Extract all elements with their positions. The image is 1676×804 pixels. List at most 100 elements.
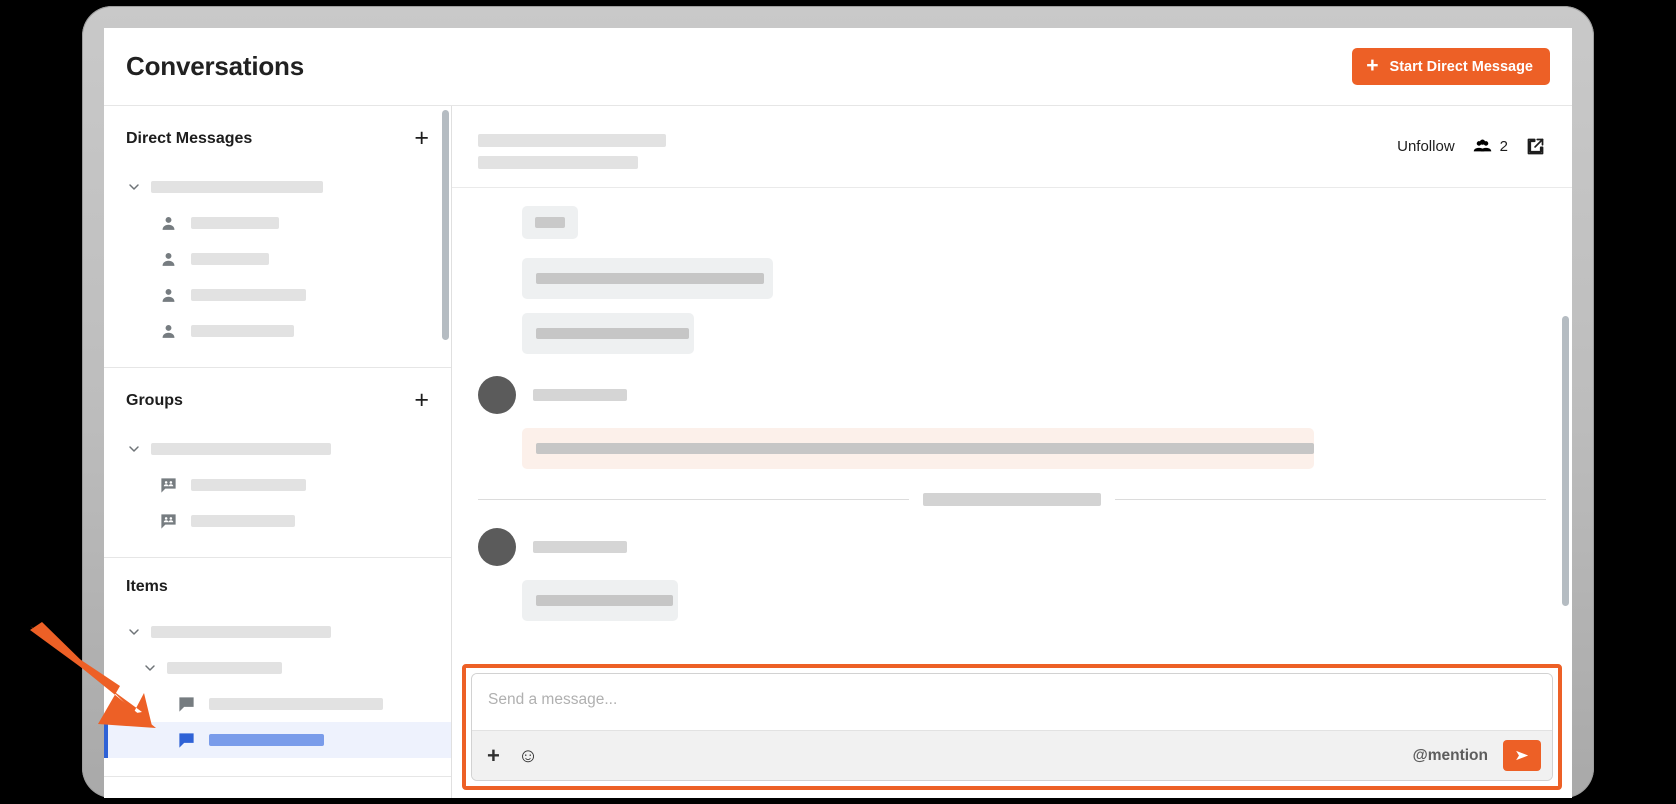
group-chat-icon bbox=[161, 477, 176, 493]
attach-plus-icon[interactable]: + bbox=[487, 744, 500, 767]
chevron-down-icon bbox=[129, 629, 139, 635]
section-title: Groups bbox=[126, 391, 183, 409]
section-title: Direct Messages bbox=[126, 129, 253, 147]
placeholder-bar bbox=[167, 662, 282, 674]
placeholder-bar bbox=[191, 479, 306, 491]
list-item[interactable] bbox=[104, 241, 451, 277]
start-direct-message-label: Start Direct Message bbox=[1389, 58, 1533, 75]
section-title: Items bbox=[126, 578, 168, 595]
message-list bbox=[452, 188, 1572, 664]
person-icon bbox=[162, 252, 175, 266]
add-direct-message-icon[interactable]: + bbox=[414, 126, 429, 151]
message-input[interactable]: Send a message... bbox=[472, 674, 1552, 730]
composer-highlight-box: Send a message... + ☺ @mention bbox=[462, 664, 1562, 790]
person-icon bbox=[162, 288, 175, 302]
section-header-direct-messages: Direct Messages + bbox=[104, 126, 451, 151]
person-icon bbox=[162, 216, 175, 230]
app-header: Conversations + Start Direct Message bbox=[104, 28, 1572, 106]
sidebar-section-items: Items bbox=[104, 558, 451, 777]
placeholder-bar bbox=[478, 134, 666, 147]
avatar bbox=[478, 528, 516, 566]
placeholder-bar bbox=[191, 253, 269, 265]
placeholder-bar bbox=[191, 289, 306, 301]
placeholder-bar bbox=[535, 217, 565, 228]
message-bubble-mention[interactable] bbox=[522, 428, 1314, 469]
open-external-link-icon[interactable] bbox=[1525, 136, 1546, 157]
placeholder-bar bbox=[533, 541, 627, 553]
section-header-groups: Groups + bbox=[104, 388, 451, 413]
date-divider bbox=[478, 493, 1546, 506]
placeholder-bar bbox=[536, 595, 673, 606]
list-item[interactable] bbox=[104, 686, 451, 722]
message-group bbox=[522, 206, 1546, 354]
conversation-pane: Unfollow 2 Send a message... + ☺ @mentio… bbox=[452, 106, 1572, 798]
placeholder-bar bbox=[536, 328, 689, 339]
sidebar-group-row[interactable] bbox=[104, 169, 451, 205]
chat-icon bbox=[179, 696, 194, 712]
placeholder-bar bbox=[923, 493, 1101, 506]
placeholder-bar bbox=[209, 698, 383, 710]
list-item[interactable] bbox=[104, 205, 451, 241]
conversation-header: Unfollow 2 bbox=[452, 106, 1572, 188]
device-frame: Conversations + Start Direct Message Dir… bbox=[82, 6, 1594, 798]
message-author-row bbox=[478, 528, 1546, 566]
message-composer: Send a message... + ☺ @mention bbox=[471, 673, 1553, 781]
list-item[interactable] bbox=[104, 503, 451, 539]
sidebar: Direct Messages + Groups + Items bbox=[104, 106, 452, 798]
add-group-icon[interactable]: + bbox=[414, 388, 429, 413]
sidebar-subgroup-row[interactable] bbox=[104, 650, 451, 686]
chevron-down-icon bbox=[145, 665, 155, 671]
message-timestamp-chip bbox=[522, 206, 578, 239]
person-icon bbox=[162, 324, 175, 338]
sidebar-scrollbar[interactable] bbox=[442, 110, 449, 340]
mention-button[interactable]: @mention bbox=[1413, 747, 1488, 765]
members-button[interactable]: 2 bbox=[1472, 136, 1508, 157]
start-direct-message-button[interactable]: + Start Direct Message bbox=[1352, 48, 1550, 85]
placeholder-bar bbox=[191, 217, 279, 229]
message-group bbox=[522, 580, 1546, 621]
message-group bbox=[522, 428, 1546, 469]
page-title: Conversations bbox=[126, 51, 305, 81]
divider-line bbox=[1115, 499, 1546, 500]
plus-icon: + bbox=[1366, 54, 1379, 77]
placeholder-bar bbox=[151, 626, 331, 638]
sidebar-group-row[interactable] bbox=[104, 614, 451, 650]
placeholder-bar bbox=[151, 443, 331, 455]
send-message-button[interactable] bbox=[1503, 740, 1541, 771]
group-chat-icon bbox=[161, 513, 176, 529]
composer-toolbar: + ☺ @mention bbox=[472, 730, 1552, 780]
sidebar-section-direct-messages: Direct Messages + bbox=[104, 106, 451, 368]
placeholder-bar bbox=[536, 273, 764, 284]
placeholder-bar bbox=[191, 515, 295, 527]
app-body: Direct Messages + Groups + Items Unfollo… bbox=[104, 106, 1572, 798]
chevron-down-icon bbox=[129, 184, 139, 190]
placeholder-bar bbox=[209, 734, 324, 746]
avatar bbox=[478, 376, 516, 414]
composer-left-tools: + ☺ bbox=[487, 744, 538, 767]
placeholder-bar bbox=[191, 325, 294, 337]
send-paper-plane-icon bbox=[1515, 750, 1528, 761]
section-header-items: Items bbox=[104, 578, 451, 596]
sidebar-section-groups: Groups + bbox=[104, 368, 451, 558]
conversation-scrollbar[interactable] bbox=[1562, 316, 1569, 606]
placeholder-bar bbox=[478, 156, 638, 169]
sidebar-group-row[interactable] bbox=[104, 431, 451, 467]
sidebar-item-selected-conversation[interactable] bbox=[104, 722, 451, 758]
members-count: 2 bbox=[1499, 138, 1508, 155]
emoji-smiley-icon[interactable]: ☺ bbox=[518, 746, 538, 766]
unfollow-button[interactable]: Unfollow bbox=[1397, 138, 1455, 155]
list-item[interactable] bbox=[104, 467, 451, 503]
message-bubble[interactable] bbox=[522, 313, 694, 354]
list-item[interactable] bbox=[104, 277, 451, 313]
placeholder-bar bbox=[151, 181, 323, 193]
message-author-row bbox=[478, 376, 1546, 414]
list-item[interactable] bbox=[104, 313, 451, 349]
message-bubble[interactable] bbox=[522, 580, 678, 621]
chevron-down-icon bbox=[129, 446, 139, 452]
placeholder-bar bbox=[536, 443, 1314, 454]
placeholder-bar bbox=[533, 389, 627, 401]
app-screen: Conversations + Start Direct Message Dir… bbox=[104, 28, 1572, 798]
composer-right-tools: @mention bbox=[1413, 740, 1541, 771]
divider-line bbox=[478, 499, 909, 500]
message-bubble[interactable] bbox=[522, 258, 773, 299]
